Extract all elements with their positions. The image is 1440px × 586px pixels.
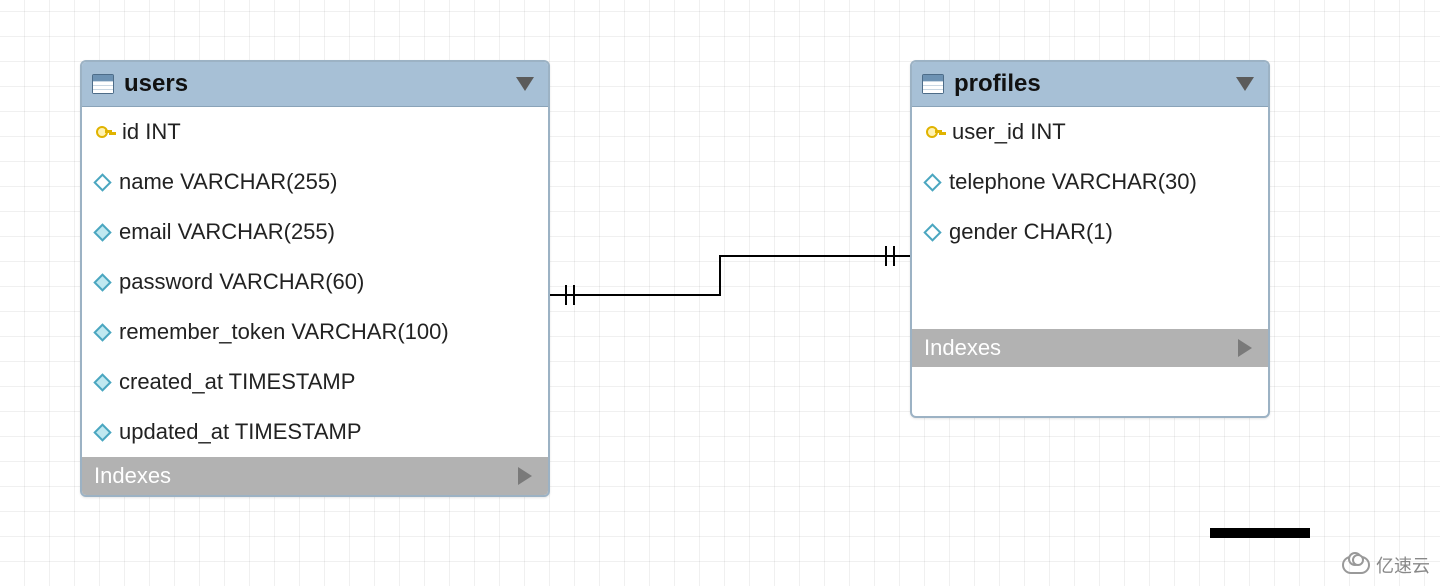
diamond-icon [93, 173, 111, 191]
collapse-icon[interactable] [516, 77, 534, 91]
column-label: id INT [122, 119, 181, 145]
erd-canvas[interactable]: users id INT name VARCHAR(255) email VAR… [0, 0, 1440, 586]
column-row[interactable]: telephone VARCHAR(30) [912, 157, 1268, 207]
entity-users-columns: id INT name VARCHAR(255) email VARCHAR(2… [82, 107, 548, 457]
diamond-icon [93, 273, 111, 291]
indexes-label: Indexes [94, 463, 171, 489]
column-label: updated_at TIMESTAMP [119, 419, 362, 445]
entity-profiles-header[interactable]: profiles [912, 62, 1268, 107]
entity-profiles-title: profiles [954, 70, 1041, 98]
diamond-icon [93, 323, 111, 341]
entity-profiles[interactable]: profiles user_id INT telephone VARCHAR(3… [910, 60, 1270, 418]
entity-users-title: users [124, 70, 188, 98]
column-row[interactable]: user_id INT [912, 107, 1268, 157]
decorative-bar [1210, 528, 1310, 538]
entity-users[interactable]: users id INT name VARCHAR(255) email VAR… [80, 60, 550, 497]
column-row[interactable]: name VARCHAR(255) [82, 157, 548, 207]
table-icon [922, 74, 944, 94]
column-label: user_id INT [952, 119, 1066, 145]
diamond-icon [93, 223, 111, 241]
column-label: password VARCHAR(60) [119, 269, 364, 295]
column-row[interactable]: updated_at TIMESTAMP [82, 407, 548, 457]
indexes-label: Indexes [924, 335, 1001, 361]
diamond-icon [923, 223, 941, 241]
column-label: gender CHAR(1) [949, 219, 1113, 245]
watermark: 亿速云 [1342, 552, 1430, 578]
diamond-icon [93, 423, 111, 441]
watermark-text: 亿速云 [1376, 552, 1430, 578]
column-label: created_at TIMESTAMP [119, 369, 355, 395]
entity-profiles-columns: user_id INT telephone VARCHAR(30) gender… [912, 107, 1268, 367]
column-label: name VARCHAR(255) [119, 169, 337, 195]
entity-profiles-indexes[interactable]: Indexes [912, 329, 1268, 367]
table-icon [92, 74, 114, 94]
key-icon [926, 124, 942, 140]
column-row[interactable]: password VARCHAR(60) [82, 257, 548, 307]
column-label: remember_token VARCHAR(100) [119, 319, 449, 345]
collapse-icon[interactable] [1236, 77, 1254, 91]
relationship-line [550, 250, 912, 330]
entity-users-indexes[interactable]: Indexes [82, 457, 548, 495]
column-row[interactable]: email VARCHAR(255) [82, 207, 548, 257]
column-row[interactable]: gender CHAR(1) [912, 207, 1268, 257]
entity-users-header[interactable]: users [82, 62, 548, 107]
column-row[interactable]: id INT [82, 107, 548, 157]
column-row[interactable]: remember_token VARCHAR(100) [82, 307, 548, 357]
column-label: telephone VARCHAR(30) [949, 169, 1197, 195]
expand-icon [1238, 339, 1252, 357]
diamond-icon [923, 173, 941, 191]
column-label: email VARCHAR(255) [119, 219, 335, 245]
key-icon [96, 124, 112, 140]
diamond-icon [93, 373, 111, 391]
cloud-icon [1342, 556, 1370, 574]
expand-icon [518, 467, 532, 485]
column-row[interactable]: created_at TIMESTAMP [82, 357, 548, 407]
